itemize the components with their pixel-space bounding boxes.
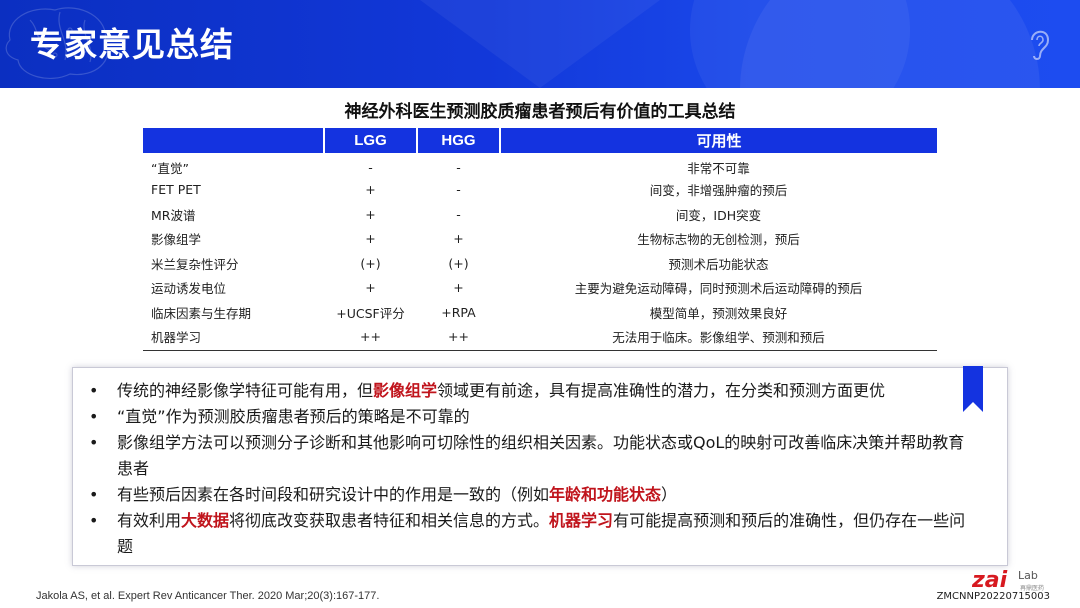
point-text: “直觉”作为预测胶质瘤患者预后的策略是不可靠的 xyxy=(117,407,470,426)
cell-usability: 非常不可靠 xyxy=(687,160,750,176)
key-points-list: • 传统的神经影像学特征可能有用，但影像组学领域更有前途，具有提高准确性的潜力，在… xyxy=(87,378,977,560)
decorative-circle xyxy=(690,0,910,88)
cell-usability: 主要为避免运动障碍，同时预测术后运动障碍的预后 xyxy=(574,281,863,297)
key-point-item: • 影像组学方法可以预测分子诊断和其他影响可切除性的组织相关因素。功能状态或QoL… xyxy=(87,430,977,482)
cell-hgg: - xyxy=(456,182,461,198)
cell-usability: 间变，IDH突变 xyxy=(675,207,762,223)
point-text: 领域更有前途，具有提高准确性的潜力，在分类和预测方面更优 xyxy=(437,381,886,400)
bullet-icon: • xyxy=(89,511,99,530)
bullet-icon: • xyxy=(89,433,99,452)
key-point-item: • 有效利用大数据将彻底改变获取患者特征和相关信息的方式。机器学习有可能提高预测和… xyxy=(87,508,977,560)
page-title: 专家意见总结 xyxy=(30,25,234,64)
table-row: “直觉” - - 非常不可靠 xyxy=(143,153,937,178)
cell-tool: 米兰复杂性评分 xyxy=(151,256,239,272)
key-point-item: • 有些预后因素在各时间段和研究设计中的作用是一致的（例如年龄和功能状态） xyxy=(87,482,977,508)
point-text: 有效利用 xyxy=(117,511,182,530)
highlighted-text: 影像组学 xyxy=(373,381,438,400)
table-row: 影像组学 + + 生物标志物的无创检测，预后 xyxy=(143,227,937,252)
table-row: FET PET + - 间变，非增强肿瘤的预后 xyxy=(143,178,937,203)
bullet-icon: • xyxy=(89,381,99,400)
key-point-item: • 传统的神经影像学特征可能有用，但影像组学领域更有前途，具有提高准确性的潜力，在… xyxy=(87,378,977,404)
point-text: 将彻底改变获取患者特征和相关信息的方式。 xyxy=(229,511,550,530)
logo-suffix: Lab xyxy=(1018,569,1038,582)
cell-lgg: + xyxy=(365,280,376,296)
cell-usability: 生物标志物的无创检测，预后 xyxy=(637,232,800,248)
cell-hgg: + xyxy=(453,280,464,296)
cell-tool: MR波谱 xyxy=(151,207,196,223)
cell-usability: 模型简单，预测效果良好 xyxy=(649,305,788,321)
logo-text: zai xyxy=(972,568,1008,593)
bookmark-icon xyxy=(963,366,983,412)
key-point-item: • “直觉”作为预测胶质瘤患者预后的策略是不可靠的 xyxy=(87,404,977,430)
table-row: 运动诱发电位 + + 主要为避免运动障碍，同时预测术后运动障碍的预后 xyxy=(143,276,937,301)
table-row: 米兰复杂性评分 (+) (+) 预测术后功能状态 xyxy=(143,251,937,276)
cell-lgg: + xyxy=(365,206,376,222)
cell-tool: 机器学习 xyxy=(151,330,202,346)
point-text: 传统的神经影像学特征可能有用，但 xyxy=(117,381,374,400)
cell-hgg: - xyxy=(456,159,461,175)
cell-lgg: + xyxy=(365,231,376,247)
key-points-box: • 传统的神经影像学特征可能有用，但影像组学领域更有前途，具有提高准确性的潜力，在… xyxy=(72,367,1008,566)
table-bottom-rule xyxy=(143,350,937,351)
cell-tool: FET PET xyxy=(151,182,201,198)
citation: Jakola AS, et al. Expert Rev Anticancer … xyxy=(36,590,380,602)
highlighted-text: 大数据 xyxy=(181,511,230,530)
table-title: 神经外科医生预测胶质瘤患者预后有价值的工具总结 xyxy=(344,102,736,122)
cell-usability: 间变，非增强肿瘤的预后 xyxy=(649,183,788,199)
highlighted-text: 年龄和功能状态 xyxy=(549,485,662,504)
document-code: ZMCNNP20220715003 xyxy=(936,591,1050,602)
cell-usability: 预测术后功能状态 xyxy=(668,256,769,272)
cell-lgg: ++ xyxy=(360,329,381,345)
highlighted-text: 机器学习 xyxy=(549,511,614,530)
column-header-hgg: HGG xyxy=(417,128,501,153)
column-header-usability: 可用性 xyxy=(500,128,937,153)
cell-hgg: - xyxy=(456,206,461,222)
cell-lgg: (+) xyxy=(360,255,381,271)
column-header-lgg: LGG xyxy=(324,128,418,153)
point-text: 影像组学方法可以预测分子诊断和其他影响可切除性的组织相关因素。功能状态或QoL的… xyxy=(117,433,965,478)
table-row: MR波谱 + - 间变，IDH突变 xyxy=(143,202,937,227)
cell-hgg: + xyxy=(453,231,464,247)
header-banner: 专家意见总结 xyxy=(0,0,1080,88)
cell-lgg: + xyxy=(365,182,376,198)
cell-tool: 影像组学 xyxy=(151,232,202,248)
cell-tool: 临床因素与生存期 xyxy=(151,305,252,321)
cell-usability: 无法用于临床。影像组学、预测和预后 xyxy=(612,330,825,346)
tools-table: LGG HGG 可用性 “直觉” - - 非常不可靠 FET PET + - 间… xyxy=(143,128,937,349)
ear-icon xyxy=(1031,30,1050,60)
point-text: 有些预后因素在各时间段和研究设计中的作用是一致的（例如 xyxy=(117,485,550,504)
cell-lgg: - xyxy=(368,159,373,175)
table-header-row: LGG HGG 可用性 xyxy=(143,128,937,153)
decorative-triangle xyxy=(420,0,660,88)
point-text: ） xyxy=(661,485,678,504)
cell-hgg: (+) xyxy=(448,255,469,271)
cell-tool: 运动诱发电位 xyxy=(151,281,227,297)
table-row: 临床因素与生存期 +UCSF评分 +RPA 模型简单，预测效果良好 xyxy=(143,300,937,325)
cell-tool: “直觉” xyxy=(151,160,189,176)
bullet-icon: • xyxy=(89,485,99,504)
cell-hgg: +RPA xyxy=(441,304,476,320)
bullet-icon: • xyxy=(89,407,99,426)
cell-lgg: +UCSF评分 xyxy=(336,305,405,321)
table-row: 机器学习 ++ ++ 无法用于临床。影像组学、预测和预后 xyxy=(143,325,937,350)
column-header-tool xyxy=(143,128,325,153)
cell-hgg: ++ xyxy=(448,329,469,345)
